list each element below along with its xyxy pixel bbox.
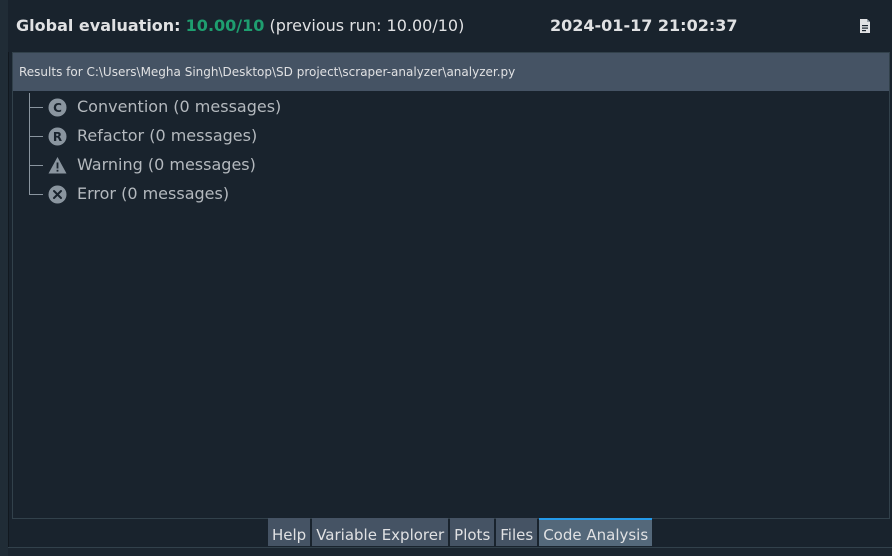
convention-icon: C: [48, 98, 67, 117]
tree-item-label: Convention (0 messages): [77, 97, 282, 116]
tree-item-convention[interactable]: C Convention (0 messages): [13, 93, 889, 122]
tree-connector: [29, 165, 43, 166]
global-evaluation-label: Global evaluation:: [16, 16, 181, 35]
tree-item-refactor[interactable]: R Refactor (0 messages): [13, 122, 889, 151]
code-analysis-pane: Global evaluation: 10.00/10 (previous ru…: [0, 0, 892, 556]
tab-files[interactable]: Files: [496, 518, 538, 546]
global-evaluation-score: 10.00/10: [185, 16, 265, 35]
tree-item-error[interactable]: Error (0 messages): [13, 180, 889, 209]
tree-connector: [29, 194, 43, 195]
previous-run-score: (previous run: 10.00/10): [269, 16, 465, 35]
tree-connector: [29, 136, 43, 137]
results-panel: Results for C:\Users\Megha Singh\Desktop…: [12, 52, 890, 519]
analysis-timestamp: 2024-01-17 21:02:37: [550, 16, 738, 35]
tree-item-label: Warning (0 messages): [77, 155, 256, 174]
tab-plots[interactable]: Plots: [450, 518, 495, 546]
bottom-border: [8, 547, 892, 556]
document-icon[interactable]: [858, 18, 872, 34]
tree-item-warning[interactable]: Warning (0 messages): [13, 151, 889, 180]
evaluation-header: Global evaluation: 10.00/10 (previous ru…: [8, 0, 892, 52]
warning-icon: [48, 157, 67, 174]
convention-icon-letter: C: [53, 101, 62, 115]
tree-connector: [29, 107, 43, 108]
tab-variable-explorer[interactable]: Variable Explorer: [312, 518, 449, 546]
left-dock-edge: [0, 0, 9, 556]
tree-item-label: Refactor (0 messages): [77, 126, 258, 145]
pane-tab-bar: Help Variable Explorer Plots Files Code …: [268, 518, 653, 546]
tab-code-analysis[interactable]: Code Analysis: [539, 518, 653, 546]
results-header[interactable]: Results for C:\Users\Megha Singh\Desktop…: [13, 53, 889, 91]
global-evaluation-line: Global evaluation: 10.00/10 (previous ru…: [16, 16, 464, 35]
refactor-icon: R: [48, 127, 67, 146]
tree-item-label: Error (0 messages): [77, 184, 230, 203]
error-icon: [48, 185, 67, 204]
refactor-icon-letter: R: [53, 130, 62, 144]
tab-help[interactable]: Help: [268, 518, 311, 546]
